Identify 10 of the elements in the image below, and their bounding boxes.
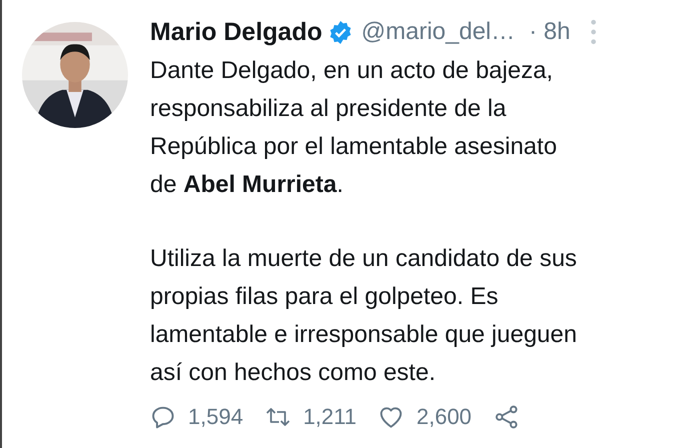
action-count: 2,600 xyxy=(416,404,472,430)
action-count: 1,594 xyxy=(188,404,244,430)
tweet-time: · 8h xyxy=(529,18,570,46)
tweet-text: Dante Delgado, en un acto de bajeza, responsabiliza al presidente de la República por el lamentable asesinato de Abel Murrieta. xyxy=(150,56,558,200)
author-handle: @mario_del… xyxy=(361,18,515,46)
share-icon[interactable] xyxy=(494,404,520,430)
author-name: Mario Delgado xyxy=(150,18,322,46)
tweet-text: Utiliza la muerte de un candidato de sus propias filas para el golpeteo. Es lamentable e irresponsable que jueguen así con hechos como este. xyxy=(150,244,578,388)
reply-icon[interactable] xyxy=(150,404,176,430)
action-count: 1,211 xyxy=(303,404,356,430)
